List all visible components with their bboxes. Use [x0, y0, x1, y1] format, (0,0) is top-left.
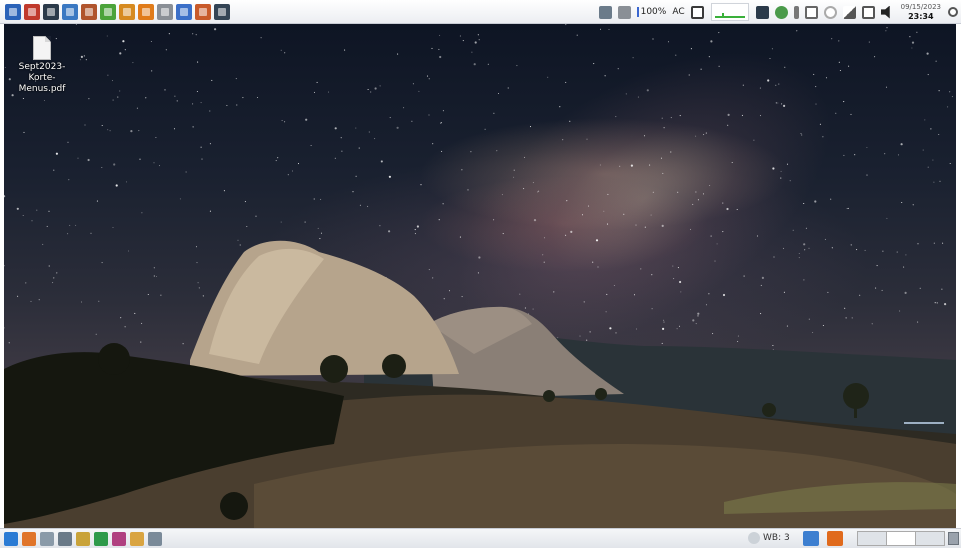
- check-icon[interactable]: [94, 531, 108, 546]
- system-tray: 100% AC 09/15/2023 23:34: [596, 0, 961, 24]
- battery-percent: 100%: [636, 7, 666, 17]
- top-panel: 100% AC 09/15/2023 23:34: [0, 0, 961, 24]
- wallpaper-landscape: [4, 240, 956, 528]
- terminal-icon[interactable]: [43, 3, 59, 20]
- image-viewer-icon[interactable]: [195, 3, 211, 20]
- pdf-file-icon: [33, 36, 51, 60]
- clock-time: 23:34: [908, 12, 934, 21]
- disk-icon[interactable]: [598, 5, 612, 19]
- workspace-indicator[interactable]: WB: 3: [748, 532, 790, 544]
- update-icon[interactable]: [774, 5, 788, 19]
- clock[interactable]: 09/15/2023 23:34: [901, 3, 941, 21]
- bluetooth-icon[interactable]: [793, 5, 799, 19]
- screen-icon[interactable]: [214, 3, 230, 20]
- calculator-icon[interactable]: [157, 3, 173, 20]
- show-desktop-button[interactable]: [948, 532, 959, 545]
- workspace-pager[interactable]: [857, 531, 945, 546]
- clock-date: 09/15/2023: [900, 3, 941, 11]
- files-icon[interactable]: [40, 531, 54, 546]
- user-icon[interactable]: [112, 531, 126, 546]
- tools-icon[interactable]: [58, 531, 72, 546]
- monitor-task-icon[interactable]: [803, 531, 819, 546]
- folder-icon[interactable]: [130, 531, 144, 546]
- power-source: AC: [672, 7, 685, 17]
- stop-icon[interactable]: [24, 3, 40, 20]
- workspace-1[interactable]: [858, 532, 887, 545]
- bottom-launcher-bar: [0, 531, 166, 546]
- person-icon[interactable]: [138, 3, 154, 20]
- menu-icon[interactable]: [4, 531, 18, 546]
- desktop-file-pdf[interactable]: Sept2023-Korte-Menus.pdf: [14, 36, 70, 95]
- usb-icon[interactable]: [804, 5, 818, 19]
- shield-icon[interactable]: [823, 5, 837, 19]
- wifi-icon[interactable]: [842, 5, 856, 19]
- battery-icon[interactable]: [690, 5, 704, 19]
- editor-icon[interactable]: [176, 3, 192, 20]
- volume-icon[interactable]: [880, 5, 890, 19]
- workspace-2[interactable]: [887, 532, 916, 545]
- firefox-task-icon[interactable]: [827, 531, 843, 546]
- cpu-monitor-graph[interactable]: [710, 3, 749, 21]
- network-icon[interactable]: [755, 5, 769, 19]
- browser-icon[interactable]: [22, 531, 36, 546]
- package-icon[interactable]: [119, 3, 135, 20]
- settings-icon[interactable]: [81, 3, 97, 20]
- taskbar: [803, 531, 851, 546]
- search-icon[interactable]: [62, 3, 78, 20]
- bottom-panel: WB: 3: [0, 528, 961, 548]
- close-x-icon[interactable]: [5, 3, 21, 20]
- desktop-file-label: Sept2023-Korte-Menus.pdf: [18, 62, 66, 94]
- workspace-icon: [748, 532, 760, 544]
- top-launcher-bar: [0, 3, 230, 20]
- notes-icon[interactable]: [861, 5, 875, 19]
- workspace-3[interactable]: [916, 532, 944, 545]
- desktop-wallpaper: Sept2023-Korte-Menus.pdf: [4, 24, 956, 528]
- workspace-label: WB: 3: [763, 533, 790, 543]
- pen-icon[interactable]: [76, 531, 90, 546]
- power-menu-icon[interactable]: [948, 7, 958, 17]
- window-icon[interactable]: [148, 531, 162, 546]
- edit-icon[interactable]: [100, 3, 116, 20]
- clipboard-icon[interactable]: [617, 5, 631, 19]
